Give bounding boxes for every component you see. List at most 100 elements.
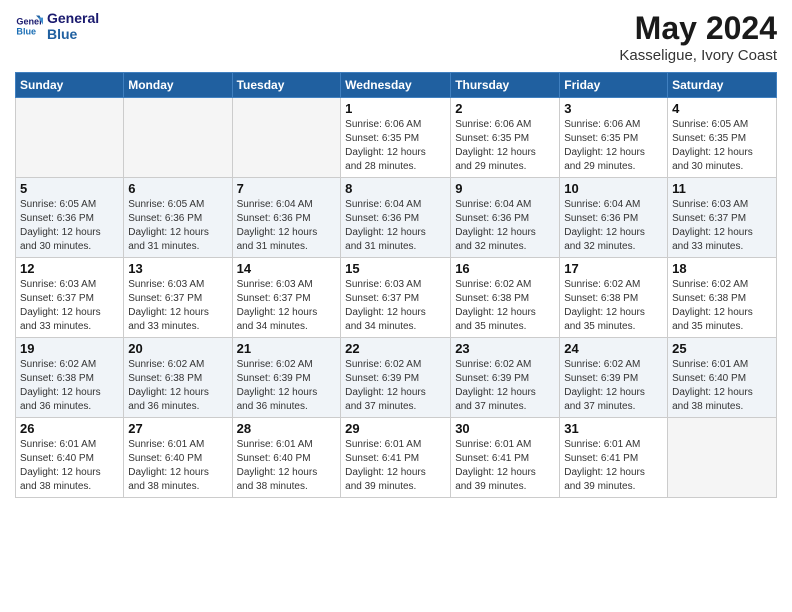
logo-blue: Blue: [47, 26, 99, 42]
day-info: Sunrise: 6:02 AMSunset: 6:39 PMDaylight:…: [345, 358, 446, 414]
weekday-header-wednesday: Wednesday: [341, 73, 451, 98]
day-info: Sunrise: 6:03 AMSunset: 6:37 PMDaylight:…: [128, 278, 227, 334]
day-info: Sunrise: 6:04 AMSunset: 6:36 PMDaylight:…: [455, 198, 555, 254]
calendar-day-cell: 2 Sunrise: 6:06 AMSunset: 6:35 PMDaylight…: [451, 98, 560, 178]
day-number: 7: [237, 181, 337, 196]
day-info: Sunrise: 6:02 AMSunset: 6:38 PMDaylight:…: [564, 278, 663, 334]
day-info: Sunrise: 6:06 AMSunset: 6:35 PMDaylight:…: [345, 118, 446, 174]
day-info: Sunrise: 6:05 AMSunset: 6:36 PMDaylight:…: [128, 198, 227, 254]
day-info: Sunrise: 6:01 AMSunset: 6:40 PMDaylight:…: [237, 438, 337, 494]
calendar-day-cell: 24 Sunrise: 6:02 AMSunset: 6:39 PMDayligh…: [560, 338, 668, 418]
calendar-day-cell: [668, 418, 777, 498]
location-label: Kasseligue, Ivory Coast: [619, 47, 777, 64]
day-number: 4: [672, 101, 772, 116]
calendar-day-cell: 25Sunrise: 6:01 AMSunset: 6:40 PMDayligh…: [668, 338, 777, 418]
calendar-day-cell: 1 Sunrise: 6:06 AMSunset: 6:35 PMDaylight…: [341, 98, 451, 178]
day-number: 26: [20, 421, 119, 436]
day-info: Sunrise: 6:05 AMSunset: 6:36 PMDaylight:…: [20, 198, 119, 254]
calendar-day-cell: 18 Sunrise: 6:02 AMSunset: 6:38 PMDayligh…: [668, 258, 777, 338]
calendar-day-cell: 17Sunrise: 6:02 AMSunset: 6:38 PMDayligh…: [560, 258, 668, 338]
calendar-day-cell: 6 Sunrise: 6:05 AMSunset: 6:36 PMDaylight…: [124, 178, 232, 258]
day-info: Sunrise: 6:01 AMSunset: 6:41 PMDaylight:…: [564, 438, 663, 494]
logo: General Blue General Blue: [15, 10, 99, 42]
day-info: Sunrise: 6:01 AMSunset: 6:41 PMDaylight:…: [345, 438, 446, 494]
calendar-day-cell: 28 Sunrise: 6:01 AMSunset: 6:40 PMDayligh…: [232, 418, 341, 498]
day-info: Sunrise: 6:02 AMSunset: 6:38 PMDaylight:…: [128, 358, 227, 414]
calendar-day-cell: 22 Sunrise: 6:02 AMSunset: 6:39 PMDayligh…: [341, 338, 451, 418]
day-number: 22: [345, 341, 446, 356]
calendar-day-cell: 13 Sunrise: 6:03 AMSunset: 6:37 PMDayligh…: [124, 258, 232, 338]
calendar-day-cell: 29Sunrise: 6:01 AMSunset: 6:41 PMDayligh…: [341, 418, 451, 498]
calendar-day-cell: 7Sunrise: 6:04 AMSunset: 6:36 PMDaylight…: [232, 178, 341, 258]
calendar-day-cell: 19Sunrise: 6:02 AMSunset: 6:38 PMDayligh…: [16, 338, 124, 418]
day-info: Sunrise: 6:02 AMSunset: 6:39 PMDaylight:…: [564, 358, 663, 414]
calendar-day-cell: [124, 98, 232, 178]
page-container: General Blue General Blue May 2024 Kasse…: [0, 0, 792, 508]
month-year-title: May 2024: [619, 10, 777, 47]
logo-general: General: [47, 10, 99, 26]
calendar-day-cell: 5 Sunrise: 6:05 AMSunset: 6:36 PMDaylight…: [16, 178, 124, 258]
weekday-header-monday: Monday: [124, 73, 232, 98]
day-number: 18: [672, 261, 772, 276]
day-number: 21: [237, 341, 337, 356]
day-number: 8: [345, 181, 446, 196]
calendar-day-cell: 15 Sunrise: 6:03 AMSunset: 6:37 PMDayligh…: [341, 258, 451, 338]
day-info: Sunrise: 6:02 AMSunset: 6:39 PMDaylight:…: [455, 358, 555, 414]
day-number: 15: [345, 261, 446, 276]
day-number: 16: [455, 261, 555, 276]
calendar-day-cell: 31Sunrise: 6:01 AMSunset: 6:41 PMDayligh…: [560, 418, 668, 498]
day-info: Sunrise: 6:01 AMSunset: 6:40 PMDaylight:…: [672, 358, 772, 414]
calendar-day-cell: 21 Sunrise: 6:02 AMSunset: 6:39 PMDayligh…: [232, 338, 341, 418]
day-number: 2: [455, 101, 555, 116]
weekday-header-row: SundayMondayTuesdayWednesdayThursdayFrid…: [16, 73, 777, 98]
day-number: 13: [128, 261, 227, 276]
header: General Blue General Blue May 2024 Kasse…: [15, 10, 777, 64]
calendar-day-cell: 23 Sunrise: 6:02 AMSunset: 6:39 PMDayligh…: [451, 338, 560, 418]
day-info: Sunrise: 6:04 AMSunset: 6:36 PMDaylight:…: [564, 198, 663, 254]
svg-text:Blue: Blue: [16, 26, 36, 36]
calendar-day-cell: 26 Sunrise: 6:01 AMSunset: 6:40 PMDayligh…: [16, 418, 124, 498]
day-number: 10: [564, 181, 663, 196]
day-info: Sunrise: 6:03 AMSunset: 6:37 PMDaylight:…: [345, 278, 446, 334]
day-number: 19: [20, 341, 119, 356]
calendar-week-row: 19 Sunrise: 6:02 AMSunset: 6:38 PMDayligh…: [16, 338, 777, 418]
calendar-day-cell: 16Sunrise: 6:02 AMSunset: 6:38 PMDayligh…: [451, 258, 560, 338]
calendar-day-cell: 3Sunrise: 6:06 AMSunset: 6:35 PMDaylight…: [560, 98, 668, 178]
weekday-header-thursday: Thursday: [451, 73, 560, 98]
day-info: Sunrise: 6:03 AMSunset: 6:37 PMDaylight:…: [237, 278, 337, 334]
day-number: 24: [564, 341, 663, 356]
logo-icon: General Blue: [15, 12, 43, 40]
day-info: Sunrise: 6:03 AMSunset: 6:37 PMDaylight:…: [20, 278, 119, 334]
calendar-day-cell: 10 Sunrise: 6:04 AMSunset: 6:36 PMDayligh…: [560, 178, 668, 258]
title-section: May 2024 Kasseligue, Ivory Coast: [619, 10, 777, 64]
calendar-day-cell: 9Sunrise: 6:04 AMSunset: 6:36 PMDaylight…: [451, 178, 560, 258]
day-info: Sunrise: 6:06 AMSunset: 6:35 PMDaylight:…: [455, 118, 555, 174]
day-number: 11: [672, 181, 772, 196]
calendar-week-row: 26 Sunrise: 6:01 AMSunset: 6:40 PMDayligh…: [16, 418, 777, 498]
calendar-day-cell: 20Sunrise: 6:02 AMSunset: 6:38 PMDayligh…: [124, 338, 232, 418]
calendar-week-row: 1 Sunrise: 6:06 AMSunset: 6:35 PMDaylight…: [16, 98, 777, 178]
day-number: 6: [128, 181, 227, 196]
day-info: Sunrise: 6:02 AMSunset: 6:39 PMDaylight:…: [237, 358, 337, 414]
day-info: Sunrise: 6:06 AMSunset: 6:35 PMDaylight:…: [564, 118, 663, 174]
day-number: 5: [20, 181, 119, 196]
day-number: 23: [455, 341, 555, 356]
calendar-table: SundayMondayTuesdayWednesdayThursdayFrid…: [15, 72, 777, 498]
calendar-week-row: 12 Sunrise: 6:03 AMSunset: 6:37 PMDayligh…: [16, 258, 777, 338]
weekday-header-sunday: Sunday: [16, 73, 124, 98]
weekday-header-tuesday: Tuesday: [232, 73, 341, 98]
calendar-day-cell: 14Sunrise: 6:03 AMSunset: 6:37 PMDayligh…: [232, 258, 341, 338]
day-info: Sunrise: 6:01 AMSunset: 6:40 PMDaylight:…: [128, 438, 227, 494]
day-number: 12: [20, 261, 119, 276]
day-number: 28: [237, 421, 337, 436]
day-info: Sunrise: 6:01 AMSunset: 6:40 PMDaylight:…: [20, 438, 119, 494]
calendar-day-cell: [232, 98, 341, 178]
day-info: Sunrise: 6:04 AMSunset: 6:36 PMDaylight:…: [345, 198, 446, 254]
day-number: 1: [345, 101, 446, 116]
weekday-header-friday: Friday: [560, 73, 668, 98]
calendar-day-cell: 27 Sunrise: 6:01 AMSunset: 6:40 PMDayligh…: [124, 418, 232, 498]
day-number: 27: [128, 421, 227, 436]
weekday-header-saturday: Saturday: [668, 73, 777, 98]
calendar-day-cell: 11Sunrise: 6:03 AMSunset: 6:37 PMDayligh…: [668, 178, 777, 258]
day-info: Sunrise: 6:02 AMSunset: 6:38 PMDaylight:…: [672, 278, 772, 334]
